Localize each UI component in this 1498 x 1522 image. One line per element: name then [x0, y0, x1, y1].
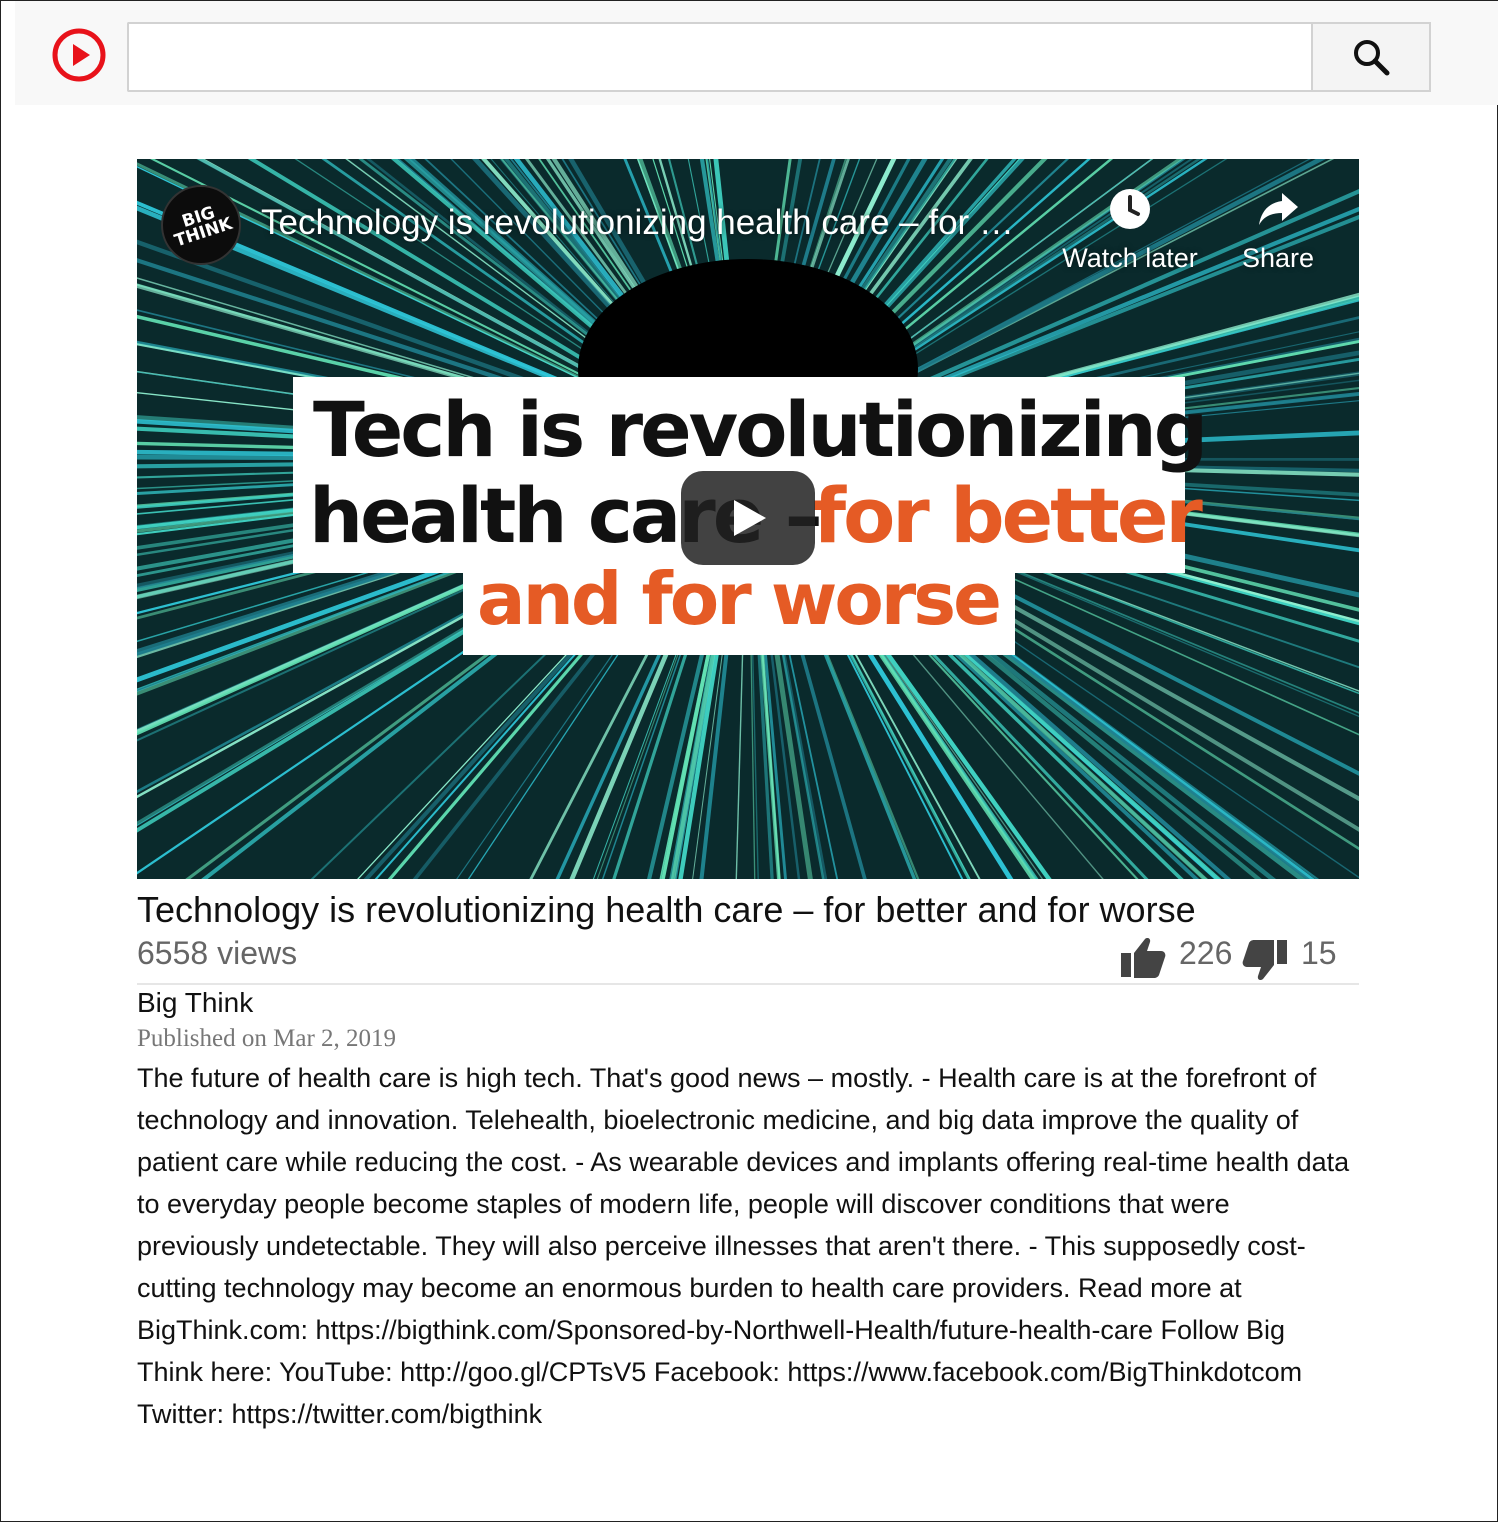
thumbnail-line-1: Tech is revolutionizing: [313, 385, 1208, 474]
player-title[interactable]: Technology is revolutionizing health car…: [261, 203, 1041, 243]
video-description: The future of health care is high tech. …: [137, 1063, 1350, 1429]
video-player[interactable]: Tech is revolutionizing health care – fo…: [137, 159, 1359, 879]
share-icon: [1259, 193, 1298, 225]
video-title: Technology is revolutionizing health car…: [137, 889, 1196, 930]
like-count: 226: [1179, 935, 1233, 971]
play-icon: [734, 500, 766, 536]
clock-icon: [1110, 189, 1150, 229]
thumbs-down-icon[interactable]: [1241, 939, 1289, 988]
thumbnail-line-2-accent: for better: [813, 471, 1203, 560]
divider: [137, 983, 1359, 985]
play-button[interactable]: [681, 471, 815, 565]
play-circle-icon[interactable]: [51, 27, 107, 83]
search-box[interactable]: [127, 22, 1311, 92]
thumbs-up-icon[interactable]: [1119, 935, 1167, 984]
view-count: 6558 views: [137, 935, 298, 971]
search-button[interactable]: [1311, 22, 1431, 92]
channel-name[interactable]: Big Think: [137, 987, 253, 1019]
watch-later-button[interactable]: Watch later: [1055, 187, 1205, 274]
share-label: Share: [1241, 243, 1315, 273]
watch-later-label: Watch later: [1062, 243, 1198, 273]
thumbnail-line-3: and for worse: [477, 557, 1002, 641]
search-input[interactable]: [129, 24, 1311, 90]
published-date: Published on Mar 2, 2019: [137, 1025, 397, 1052]
share-button[interactable]: Share: [1233, 187, 1323, 274]
search-icon: [1354, 40, 1390, 76]
channel-avatar-text: BIG THINK: [172, 202, 235, 252]
dislike-count: 15: [1301, 935, 1337, 971]
channel-avatar[interactable]: BIG THINK: [161, 185, 241, 265]
